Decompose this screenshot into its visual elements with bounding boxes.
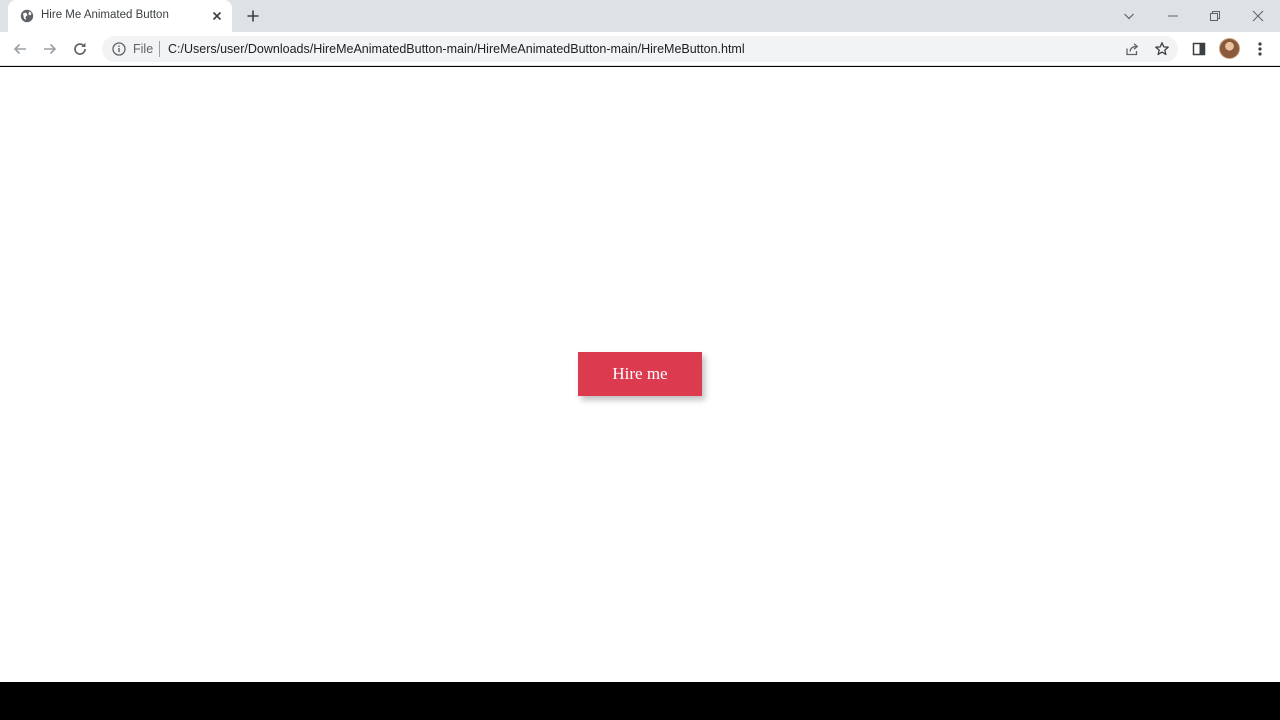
tab-strip: Hire Me Animated Button	[0, 0, 1280, 32]
browser-toolbar: File C:/Users/user/Downloads/HireMeAnima…	[0, 32, 1280, 66]
profile-avatar[interactable]	[1219, 38, 1240, 59]
url-scheme-label: File	[133, 42, 154, 56]
close-tab-icon[interactable]	[210, 9, 224, 23]
side-panel-icon[interactable]	[1189, 39, 1209, 59]
close-window-icon[interactable]	[1250, 8, 1266, 24]
forward-icon[interactable]	[40, 39, 60, 59]
page-viewport: Hire me	[0, 67, 1280, 682]
tab-search-icon[interactable]	[1121, 8, 1137, 24]
back-icon[interactable]	[10, 39, 30, 59]
share-icon[interactable]	[1124, 41, 1140, 57]
active-tab[interactable]: Hire Me Animated Button	[8, 0, 232, 32]
restore-icon[interactable]	[1207, 8, 1223, 24]
more-options-icon[interactable]	[1250, 39, 1270, 59]
tab-title: Hire Me Animated Button	[41, 9, 169, 21]
hire-me-button[interactable]: Hire me	[578, 352, 702, 396]
minimize-icon[interactable]	[1165, 8, 1181, 24]
bookmark-star-icon[interactable]	[1154, 41, 1170, 57]
address-bar[interactable]: File C:/Users/user/Downloads/HireMeAnima…	[102, 36, 1178, 62]
url-text[interactable]: C:/Users/user/Downloads/HireMeAnimatedBu…	[168, 42, 745, 56]
new-tab-icon[interactable]	[244, 7, 262, 25]
bottom-black-bar	[0, 682, 1280, 720]
info-icon[interactable]	[111, 41, 127, 57]
omnibox-divider	[159, 41, 160, 57]
globe-icon	[20, 9, 34, 23]
reload-icon[interactable]	[70, 39, 90, 59]
